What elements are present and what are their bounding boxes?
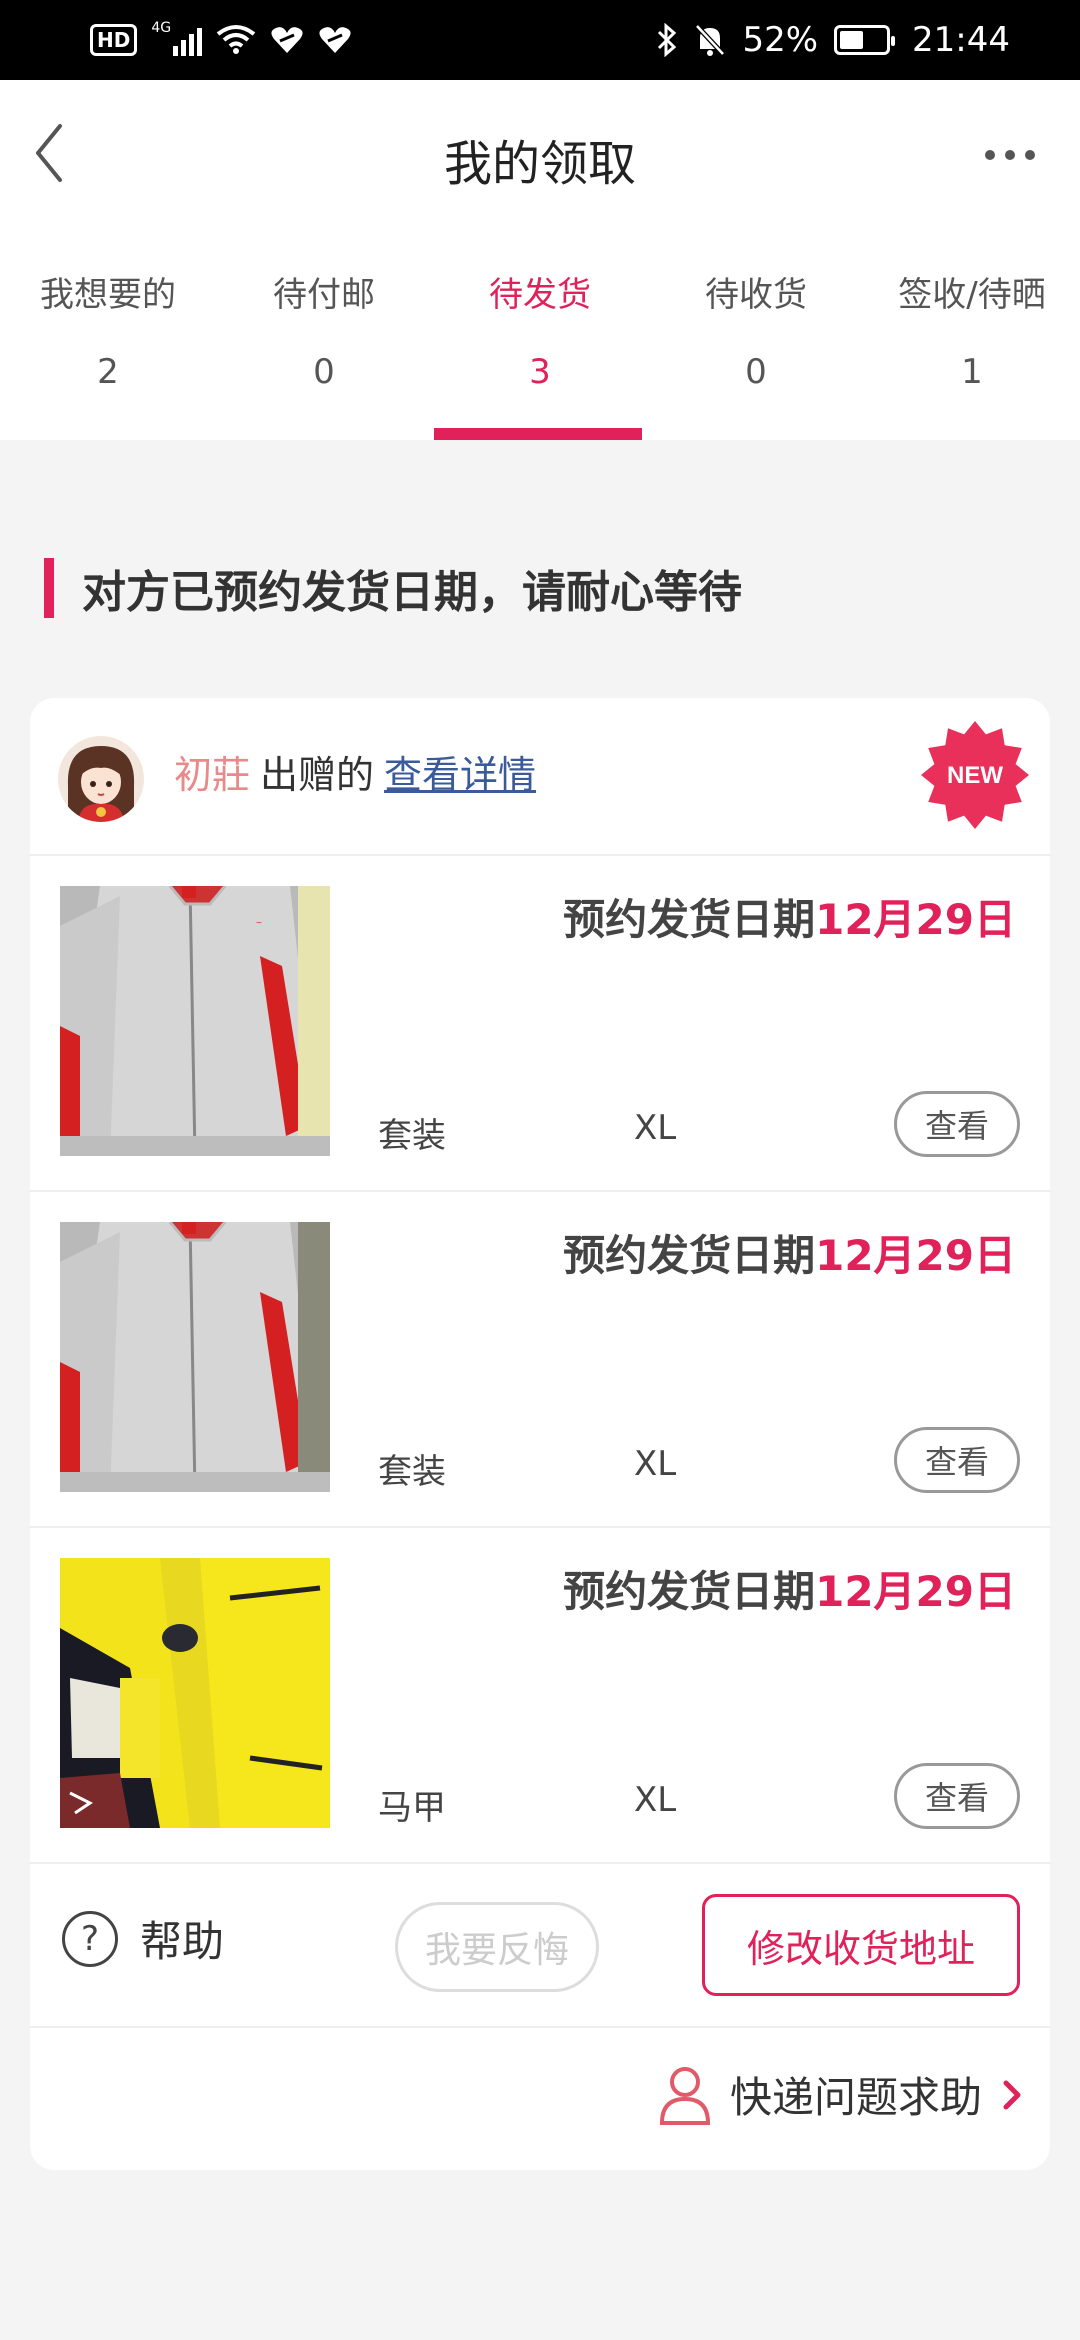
tab-signed-review[interactable]: 签收/待晒 1	[864, 270, 1080, 440]
help-label: 帮助	[140, 1917, 225, 1966]
header: 我的领取 我想要的 2 待付邮 0 待发货 3 待收货 0 签收/待晒 1	[0, 80, 1080, 440]
clock: 21:44	[912, 20, 1010, 60]
more-options-icon[interactable]	[980, 140, 1040, 170]
ship-date-label: 预约发货日期	[563, 1231, 816, 1280]
ship-date: 预约发货日期12月29日	[563, 1558, 1016, 1619]
donor-row: 初莊 出赠的 查看详情 NEW	[30, 698, 1050, 856]
tab-bar: 我想要的 2 待付邮 0 待发货 3 待收货 0 签收/待晒 1	[0, 270, 1080, 440]
tab-pending-postage[interactable]: 待付邮 0	[216, 270, 432, 440]
view-button[interactable]: 查看	[894, 1763, 1020, 1829]
hd-badge: HD	[90, 24, 138, 56]
courier-help-row: 快递问题求助	[30, 2028, 1050, 2170]
tab-label: 签收/待晒	[898, 275, 1046, 315]
tab-label: 待发货	[489, 275, 591, 315]
view-details-link[interactable]: 查看详情	[384, 753, 536, 797]
mute-bell-icon	[695, 24, 726, 56]
tab-label: 待付邮	[273, 275, 375, 315]
page-title: 我的领取	[443, 136, 636, 192]
item-image-grey-jacket[interactable]	[60, 1222, 330, 1492]
tab-count: 3	[529, 352, 551, 392]
tab-count: 1	[961, 352, 983, 392]
tab-pending-shipment[interactable]: 待发货 3	[432, 270, 648, 440]
ship-date: 预约发货日期12月29日	[563, 886, 1016, 947]
notice-text: 对方已预约发货日期，请耐心等待	[82, 567, 742, 618]
person-icon	[659, 2066, 710, 2125]
item-type: 套装	[378, 1116, 446, 1156]
item-type: 套装	[378, 1452, 446, 1492]
tab-count: 0	[313, 352, 335, 392]
tab-label: 我想要的	[40, 275, 176, 315]
item-size: XL	[634, 1108, 677, 1148]
notice-accent-bar	[44, 558, 54, 618]
signal-icon: 4G	[151, 20, 203, 56]
heart-link-icon	[319, 27, 351, 53]
view-button[interactable]: 查看	[894, 1091, 1020, 1157]
item-size: XL	[634, 1444, 677, 1484]
item-image-yellow-vest[interactable]	[60, 1558, 330, 1828]
ship-date-label: 预约发货日期	[563, 1567, 816, 1616]
network-type: 4G	[151, 20, 172, 36]
donor-suffix: 出赠的	[260, 753, 375, 797]
battery-icon	[834, 25, 896, 55]
donor-name[interactable]: 初莊	[174, 753, 250, 797]
ship-date-value: 12月29日	[815, 1231, 1016, 1280]
courier-help-label: 快递问题求助	[729, 2073, 982, 2122]
ship-date-label: 预约发货日期	[563, 895, 816, 944]
tab-wanted[interactable]: 我想要的 2	[0, 270, 216, 440]
item-size: XL	[634, 1780, 677, 1820]
help-button[interactable]: ? 帮助	[62, 1908, 224, 1969]
courier-help-button[interactable]: 快递问题求助	[658, 2064, 1024, 2125]
donor-info: 初莊 出赠的 查看详情	[174, 750, 536, 800]
heart-link-icon	[271, 27, 303, 53]
tab-label: 待收货	[705, 275, 807, 315]
tab-count: 2	[97, 352, 119, 392]
help-icon: ?	[62, 1910, 118, 1967]
item-image-grey-jacket[interactable]: ~	[60, 886, 330, 1156]
shipping-notice: 对方已预约发货日期，请耐心等待	[44, 555, 742, 621]
ship-date-value: 12月29日	[815, 1567, 1016, 1616]
wifi-icon	[217, 25, 256, 54]
tab-underline	[434, 428, 642, 440]
actions-row: ? 帮助 我要反悔 修改收货地址	[30, 1862, 1050, 2028]
new-badge: NEW	[921, 721, 1029, 829]
status-bar: HD 4G 52% 21:44	[0, 0, 1080, 80]
tab-pending-receipt[interactable]: 待收货 0	[648, 270, 864, 440]
list-item[interactable]: 预约发货日期12月29日 马甲 XL 查看	[30, 1528, 1050, 1864]
ship-date-value: 12月29日	[815, 895, 1016, 944]
new-badge-text: NEW	[947, 762, 1003, 789]
list-item[interactable]: ~ 预约发货日期12月29日 套装 XL 查看	[30, 856, 1050, 1192]
list-item[interactable]: 预约发货日期12月29日 套装 XL 查看	[30, 1192, 1050, 1528]
tab-count: 0	[745, 352, 767, 392]
change-address-button[interactable]: 修改收货地址	[702, 1894, 1020, 1996]
regret-button[interactable]: 我要反悔	[395, 1902, 599, 1992]
chevron-right-icon	[1003, 2080, 1021, 2109]
ship-date: 预约发货日期12月29日	[563, 1222, 1016, 1283]
battery-percent: 52%	[742, 20, 819, 60]
bluetooth-icon	[658, 23, 677, 57]
avatar[interactable]	[58, 736, 144, 822]
order-card: 初莊出赠的查看详情 NEW ~ 预约发货日期12月29日 套装 XL 查看	[30, 698, 1050, 2170]
svg-text:~: ~	[256, 918, 262, 929]
item-type: 马甲	[378, 1788, 446, 1828]
view-button[interactable]: 查看	[894, 1427, 1020, 1493]
